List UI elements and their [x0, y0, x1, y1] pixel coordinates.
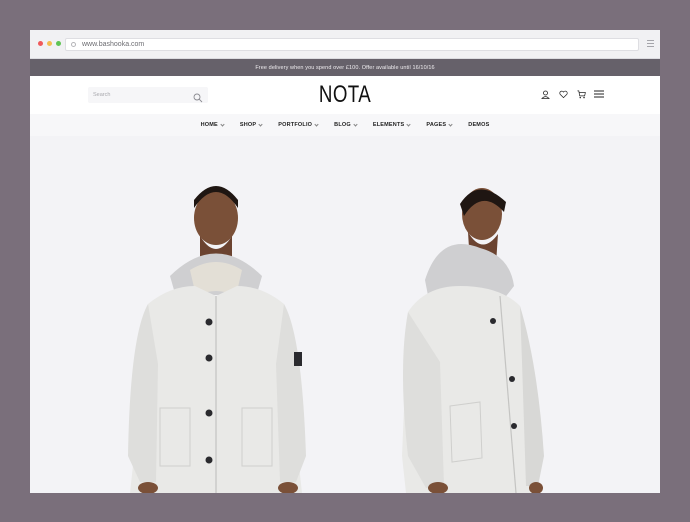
announcement-bar: Free delivery when you spend over £100. …: [30, 59, 660, 76]
chevron-down-icon: [314, 121, 319, 127]
url-text: www.bashooka.com: [82, 41, 145, 48]
nav-item-label: PAGES: [426, 122, 447, 128]
chevron-down-icon: [220, 121, 225, 127]
chevron-down-icon: [406, 121, 412, 127]
chevron-down-icon: [353, 121, 358, 127]
address-bar[interactable]: www.bashooka.com: [65, 38, 639, 51]
nav-item-label: DEMOS: [468, 122, 490, 128]
nav-item-elements[interactable]: ELEMENTS: [372, 121, 412, 128]
maximize-dot[interactable]: [56, 41, 61, 46]
browser-chrome: www.bashooka.com: [30, 30, 660, 59]
chevron-down-icon: [258, 121, 263, 127]
site-header: NOTA: [30, 76, 660, 114]
browser-window: www.bashooka.com Free delivery when you …: [30, 30, 660, 493]
site-logo[interactable]: NOTA: [99, 81, 590, 109]
announcement-text: Free delivery when you spend over £100. …: [255, 64, 435, 71]
hero-image: [128, 186, 544, 493]
nav-item-label: SHOP: [239, 122, 257, 128]
model-right-figure: [402, 188, 544, 493]
close-dot[interactable]: [38, 41, 43, 46]
hero-banner: [30, 136, 660, 493]
header-actions: [540, 89, 604, 99]
nav-item-portfolio[interactable]: PORTFOLIO: [278, 121, 319, 128]
nav-item-label: ELEMENTS: [372, 122, 405, 128]
minimize-dot[interactable]: [47, 41, 52, 46]
browser-menu-icon[interactable]: [647, 40, 654, 49]
main-nav: HOME SHOP PORTFOLIO BLOG ELEMENTS PAGES DEMOS: [30, 114, 660, 136]
nav-item-label: PORTFOLIO: [278, 122, 313, 128]
nav-item-demos[interactable]: DEMOS: [468, 122, 489, 128]
nav-item-pages[interactable]: PAGES: [426, 121, 453, 128]
nav-item-home[interactable]: HOME: [200, 121, 225, 128]
user-icon[interactable]: [540, 89, 550, 99]
heart-icon[interactable]: [558, 89, 568, 99]
model-left-figure: [128, 186, 306, 493]
chevron-down-icon: [448, 121, 453, 127]
window-controls: [38, 41, 61, 46]
nav-item-label: HOME: [200, 122, 218, 128]
reload-icon[interactable]: [71, 42, 76, 47]
nav-item-label: BLOG: [334, 122, 351, 128]
hamburger-menu-icon[interactable]: [594, 89, 604, 99]
cart-icon[interactable]: [576, 89, 586, 99]
nav-item-blog[interactable]: BLOG: [334, 121, 358, 128]
nav-item-shop[interactable]: SHOP: [239, 121, 263, 128]
